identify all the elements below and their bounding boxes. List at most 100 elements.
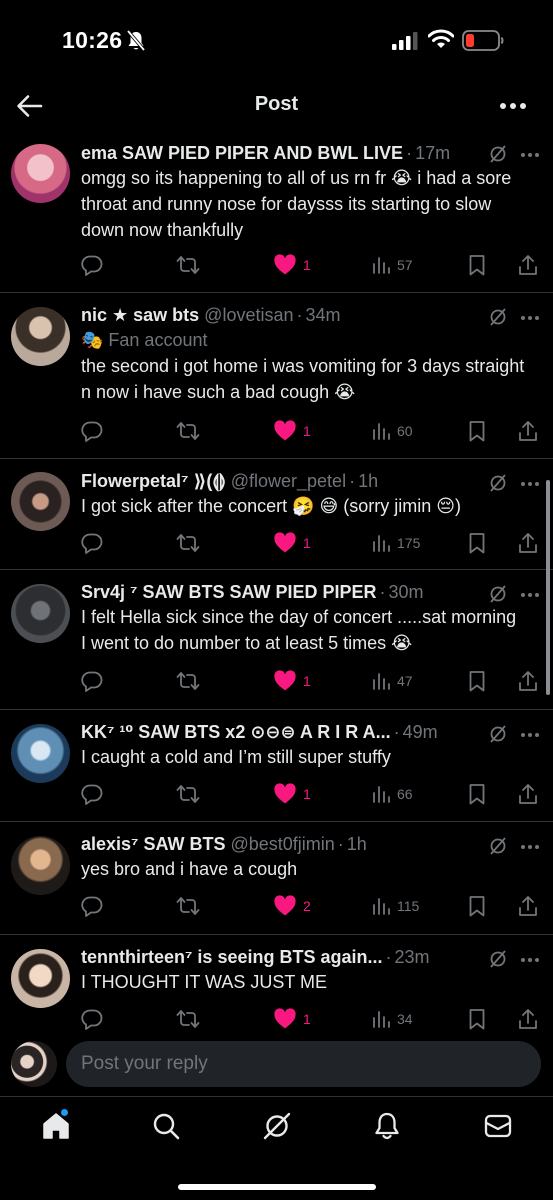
views-button[interactable]: 175 [371, 531, 420, 555]
scrollbar[interactable] [546, 480, 550, 695]
like-button[interactable]: 1 [273, 669, 311, 693]
author-name[interactable]: ema SAW PIED PIPER AND BWL LIVE [81, 141, 403, 165]
search-icon[interactable] [151, 1111, 181, 1141]
bookmark-button[interactable] [467, 782, 487, 806]
repost-button[interactable] [176, 531, 200, 555]
reply-post[interactable]: Srv4j ⁷ SAW BTS SAW PIED PIPER · 30m I f… [0, 570, 553, 710]
more-icon[interactable] [519, 951, 541, 969]
like-button[interactable]: 1 [273, 253, 311, 277]
grok-icon[interactable] [488, 144, 508, 164]
post-time: 1h [358, 471, 379, 491]
more-icon[interactable] [519, 309, 541, 327]
avatar[interactable] [11, 949, 70, 1008]
reply-post[interactable]: KK⁷ ¹⁰ SAW BTS x2 ⊙⊖⊜ A R I R A... · 49m… [0, 710, 553, 822]
avatar[interactable] [11, 584, 70, 643]
grok-icon[interactable] [488, 949, 508, 969]
author-handle[interactable]: @lovetisan [204, 303, 293, 327]
bookmark-button[interactable] [467, 894, 487, 918]
views-button[interactable]: 60 [371, 419, 413, 443]
share-button[interactable] [517, 531, 539, 555]
repost-button[interactable] [176, 782, 200, 806]
repost-button[interactable] [176, 253, 200, 277]
views-button[interactable]: 115 [371, 894, 419, 918]
reply-button[interactable] [81, 669, 103, 693]
more-icon[interactable] [519, 475, 541, 493]
share-button[interactable] [517, 1007, 539, 1031]
like-button[interactable]: 1 [273, 1007, 311, 1031]
grok-icon[interactable] [262, 1111, 292, 1141]
share-button[interactable] [517, 253, 539, 277]
like-button[interactable]: 1 [273, 531, 311, 555]
like-button[interactable]: 2 [273, 894, 311, 918]
like-button[interactable]: 1 [273, 419, 311, 443]
avatar[interactable] [11, 144, 70, 203]
reply-button[interactable] [81, 531, 103, 555]
share-button[interactable] [517, 419, 539, 443]
home-indicator[interactable] [178, 1184, 376, 1190]
more-icon[interactable] [519, 726, 541, 744]
author-name[interactable]: Srv4j ⁷ SAW BTS SAW PIED PIPER [81, 580, 377, 604]
heart-filled-icon [274, 1008, 296, 1029]
reply-post[interactable]: alexis⁷ SAW BTS @best0fjimin · 1h yes br… [0, 822, 553, 935]
reply-post[interactable]: tennthirteen⁷ is seeing BTS again... · 2… [0, 935, 553, 1032]
post-text: I THOUGHT IT WAS JUST ME [81, 972, 328, 992]
views-button[interactable]: 57 [371, 253, 413, 277]
views-button[interactable]: 47 [371, 669, 413, 693]
replies-feed[interactable]: ema SAW PIED PIPER AND BWL LIVE · 17m om… [0, 132, 553, 1032]
reply-button[interactable] [81, 782, 103, 806]
author-name[interactable]: tennthirteen⁷ is seeing BTS again... [81, 945, 382, 969]
post-text: omgg so its happening to all of us rn fr… [81, 168, 512, 240]
like-button[interactable]: 1 [273, 782, 311, 806]
author-handle[interactable]: @flower_petel [231, 469, 346, 493]
heart-filled-icon [274, 532, 296, 553]
grok-icon[interactable] [488, 724, 508, 744]
grok-icon[interactable] [488, 473, 508, 493]
avatar[interactable] [11, 307, 70, 366]
reply-icon [81, 421, 103, 442]
share-button[interactable] [517, 669, 539, 693]
reply-button[interactable] [81, 253, 103, 277]
avatar[interactable] [11, 724, 70, 783]
more-icon[interactable] [499, 94, 527, 118]
repost-button[interactable] [176, 669, 200, 693]
reply-post[interactable]: nic ★ saw bts @lovetisan · 34m 🎭 Fan acc… [0, 293, 553, 459]
avatar[interactable] [11, 472, 70, 531]
bookmark-button[interactable] [467, 419, 487, 443]
author-name[interactable]: alexis⁷ SAW BTS [81, 832, 225, 856]
bookmark-button[interactable] [467, 1007, 487, 1031]
grok-icon[interactable] [488, 584, 508, 604]
reply-post[interactable]: ema SAW PIED PIPER AND BWL LIVE · 17m om… [0, 132, 553, 293]
share-button[interactable] [517, 782, 539, 806]
more-icon[interactable] [519, 838, 541, 856]
reply-input[interactable] [66, 1041, 541, 1087]
reply-post[interactable]: Flowerpetal⁷ ⟫(⟬⟭ @flower_petel · 1h I g… [0, 459, 553, 570]
fan-account-badge: 🎭 Fan account [81, 330, 208, 350]
share-button[interactable] [517, 894, 539, 918]
avatar[interactable] [11, 836, 70, 895]
notifications-icon[interactable] [372, 1111, 402, 1141]
repost-button[interactable] [176, 1007, 200, 1031]
author-name[interactable]: KK⁷ ¹⁰ SAW BTS x2 ⊙⊖⊜ A R I R A... [81, 720, 391, 744]
repost-button[interactable] [176, 894, 200, 918]
reply-button[interactable] [81, 894, 103, 918]
grok-icon[interactable] [488, 307, 508, 327]
like-count: 1 [303, 257, 311, 273]
reply-button[interactable] [81, 1007, 103, 1031]
more-icon[interactable] [519, 146, 541, 164]
more-icon[interactable] [519, 586, 541, 604]
reply-button[interactable] [81, 419, 103, 443]
views-button[interactable]: 66 [371, 782, 413, 806]
bookmark-button[interactable] [467, 531, 487, 555]
grok-icon[interactable] [488, 836, 508, 856]
views-button[interactable]: 34 [371, 1007, 413, 1031]
bookmark-button[interactable] [467, 253, 487, 277]
author-name[interactable]: nic ★ saw bts [81, 303, 199, 327]
share-icon [519, 1009, 537, 1029]
bookmark-button[interactable] [467, 669, 487, 693]
messages-icon[interactable] [483, 1111, 513, 1141]
repost-button[interactable] [176, 419, 200, 443]
author-name[interactable]: Flowerpetal⁷ ⟫(⟬⟭ [81, 469, 226, 493]
author-handle[interactable]: @best0fjimin [230, 832, 334, 856]
post-time: 17m [415, 143, 451, 163]
avatar[interactable] [11, 1041, 57, 1087]
